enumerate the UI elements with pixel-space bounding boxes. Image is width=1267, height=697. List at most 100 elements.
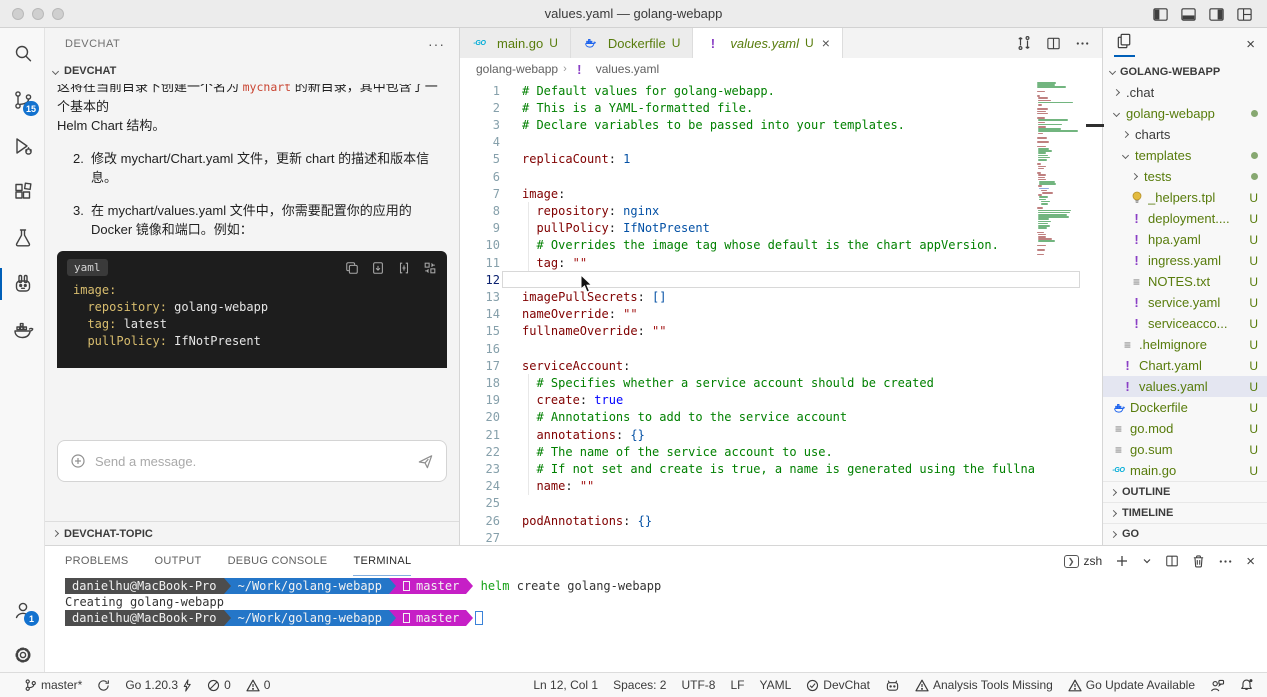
send-message-icon[interactable] (417, 453, 434, 470)
toggle-panel-icon[interactable] (1179, 5, 1197, 23)
terminal-shell-selector[interactable]: ❯zsh (1064, 554, 1103, 568)
tree-item-serviceacco...[interactable]: !serviceacco... U (1103, 313, 1267, 334)
status-item-ln-12-col-1[interactable]: Ln 12, Col 1 (533, 678, 598, 692)
activity-bar-item-source-control[interactable]: 15 (0, 78, 45, 122)
tree-item-Dockerfile[interactable]: Dockerfile U (1103, 397, 1267, 418)
editor-line[interactable]: 6 (460, 168, 1102, 185)
editor-line[interactable]: 13 imagePullSecrets: [] (460, 288, 1102, 305)
chat-input[interactable]: Send a message. (57, 440, 447, 482)
activity-bar-item-testing[interactable] (0, 216, 45, 260)
activity-bar-item-extensions[interactable] (0, 170, 45, 214)
more-icon[interactable] (1075, 36, 1090, 51)
tree-item-NOTES.txt[interactable]: ≡NOTES.txt U (1103, 271, 1267, 292)
tree-item-Chart.yaml[interactable]: !Chart.yaml U (1103, 355, 1267, 376)
panel-tab-OUTPUT[interactable]: OUTPUT (155, 546, 202, 576)
editor-line[interactable]: 9 pullPolicy: IfNotPresent (460, 220, 1102, 237)
new-terminal-icon[interactable] (1115, 554, 1129, 568)
editor-line[interactable]: 22 # The name of the service account to … (460, 443, 1102, 460)
explorer-view-icon[interactable] (1115, 32, 1134, 57)
tree-item-go.mod[interactable]: ≡go.mod U (1103, 418, 1267, 439)
editor-line[interactable]: 2 # This is a YAML-formatted file. (460, 99, 1102, 116)
terminal[interactable]: danielhu@MacBook-Pro~/Work/golang-webapp… (65, 578, 1267, 672)
insert-into-file-icon[interactable] (371, 261, 385, 275)
editor-tab-main.go[interactable]: -GO main.go U (460, 28, 571, 58)
panel-tab-PROBLEMS[interactable]: PROBLEMS (65, 546, 129, 576)
tree-item-service.yaml[interactable]: !service.yaml U (1103, 292, 1267, 313)
view-diff-icon[interactable] (423, 261, 437, 275)
toggle-secondary-sidebar-icon[interactable] (1207, 5, 1225, 23)
activity-bar-item-docker[interactable] (0, 308, 45, 352)
editor-line[interactable]: 12 (460, 271, 1102, 288)
status-item-devchat[interactable]: DevChat (806, 678, 870, 692)
editor-line[interactable]: 26 podAnnotations: {} (460, 512, 1102, 529)
status-item-sync[interactable] (97, 679, 110, 692)
kill-terminal-icon[interactable] (1192, 554, 1205, 568)
status-item-robot[interactable] (885, 679, 900, 692)
add-context-icon[interactable] (70, 453, 86, 469)
toggle-primary-sidebar-icon[interactable] (1151, 5, 1169, 23)
breadcrumb[interactable]: golang-webapp › ! values.yaml (460, 58, 1102, 80)
status-item-master-[interactable]: master* (24, 678, 82, 692)
status-item-0[interactable]: 0 (246, 678, 271, 692)
panel-tab-DEBUG CONSOLE[interactable]: DEBUG CONSOLE (228, 546, 328, 576)
editor-line[interactable]: 16 (460, 340, 1102, 357)
status-item-spaces-2[interactable]: Spaces: 2 (613, 678, 666, 692)
breadcrumb-file[interactable]: values.yaml (596, 62, 659, 76)
editor-line[interactable]: 27 (460, 529, 1102, 545)
editor-line[interactable]: 14 nameOverride: "" (460, 306, 1102, 323)
activity-bar-item-accounts[interactable]: 1 (0, 588, 45, 632)
tree-item-values.yaml[interactable]: !values.yaml U (1103, 376, 1267, 397)
status-item-analysis-tools-missing[interactable]: Analysis Tools Missing (915, 678, 1053, 692)
open-changes-icon[interactable] (1016, 35, 1032, 51)
editor-line[interactable]: 17 serviceAccount: (460, 357, 1102, 374)
status-item-feedback[interactable] (1210, 679, 1225, 692)
tree-item-.helmignore[interactable]: ≡.helmignore U (1103, 334, 1267, 355)
breadcrumb-folder[interactable]: golang-webapp (476, 62, 558, 76)
activity-bar-item-devchat[interactable] (0, 262, 45, 306)
sidebar-section-OUTLINE[interactable]: OUTLINE (1103, 481, 1267, 502)
devchat-section-header[interactable]: DEVCHAT (45, 60, 459, 82)
split-editor-icon[interactable] (1046, 36, 1061, 51)
tree-item-tests[interactable]: tests (1103, 166, 1267, 187)
devchat-topic-section[interactable]: DEVCHAT-TOPIC (45, 521, 459, 545)
tree-item-_helpers.tpl[interactable]: _helpers.tpl U (1103, 187, 1267, 208)
editor-line[interactable]: 21 annotations: {} (460, 426, 1102, 443)
explorer-root-folder[interactable]: GOLANG-WEBAPP (1103, 61, 1267, 82)
status-item-go-1-20-3[interactable]: Go 1.20.3 (125, 678, 192, 692)
activity-bar-item-search[interactable] (0, 32, 45, 76)
close-sidebar-icon[interactable]: × (1246, 36, 1255, 53)
status-item-go-update-available[interactable]: Go Update Available (1068, 678, 1195, 692)
editor-line[interactable]: 5 replicaCount: 1 (460, 151, 1102, 168)
tree-item-go.sum[interactable]: ≡go.sum U (1103, 439, 1267, 460)
status-item-yaml[interactable]: YAML (759, 678, 791, 692)
status-item-utf-8[interactable]: UTF-8 (681, 678, 715, 692)
customize-layout-icon[interactable] (1235, 5, 1253, 23)
editor-line[interactable]: 20 # Annotations to add to the service a… (460, 409, 1102, 426)
editor-line[interactable]: 15 fullnameOverride: "" (460, 323, 1102, 340)
copy-icon[interactable] (345, 261, 359, 275)
editor-line[interactable]: 23 # If not set and create is true, a na… (460, 460, 1102, 477)
activity-bar-item-settings[interactable] (0, 633, 45, 677)
panel-tab-TERMINAL[interactable]: TERMINAL (353, 546, 411, 576)
tree-item-deployment....[interactable]: !deployment.... U (1103, 208, 1267, 229)
split-terminal-icon[interactable] (1165, 554, 1179, 568)
editor-line[interactable]: 10 # Overrides the image tag whose defau… (460, 237, 1102, 254)
tree-item-charts[interactable]: charts (1103, 124, 1267, 145)
minimap[interactable] (1035, 82, 1084, 542)
terminal-dropdown-icon[interactable] (1142, 556, 1152, 566)
editor-line[interactable]: 4 (460, 134, 1102, 151)
status-item-lf[interactable]: LF (730, 678, 744, 692)
more-actions-icon[interactable]: ··· (428, 36, 445, 52)
tree-item-hpa.yaml[interactable]: !hpa.yaml U (1103, 229, 1267, 250)
editor-tab-values.yaml[interactable]: ! values.yaml U × (693, 28, 843, 58)
activity-bar-item-run-debug[interactable] (0, 124, 45, 168)
tree-item-.chat[interactable]: .chat (1103, 82, 1267, 103)
editor-line[interactable]: 24 name: "" (460, 478, 1102, 495)
editor-line[interactable]: 19 create: true (460, 392, 1102, 409)
editor-line[interactable]: 3 # Declare variables to be passed into … (460, 116, 1102, 133)
close-panel-icon[interactable]: × (1246, 553, 1255, 570)
editor-line[interactable]: 8 repository: nginx (460, 202, 1102, 219)
status-item-bell[interactable] (1240, 678, 1253, 692)
tree-item-templates[interactable]: templates (1103, 145, 1267, 166)
editor-line[interactable]: 18 # Specifies whether a service account… (460, 374, 1102, 391)
